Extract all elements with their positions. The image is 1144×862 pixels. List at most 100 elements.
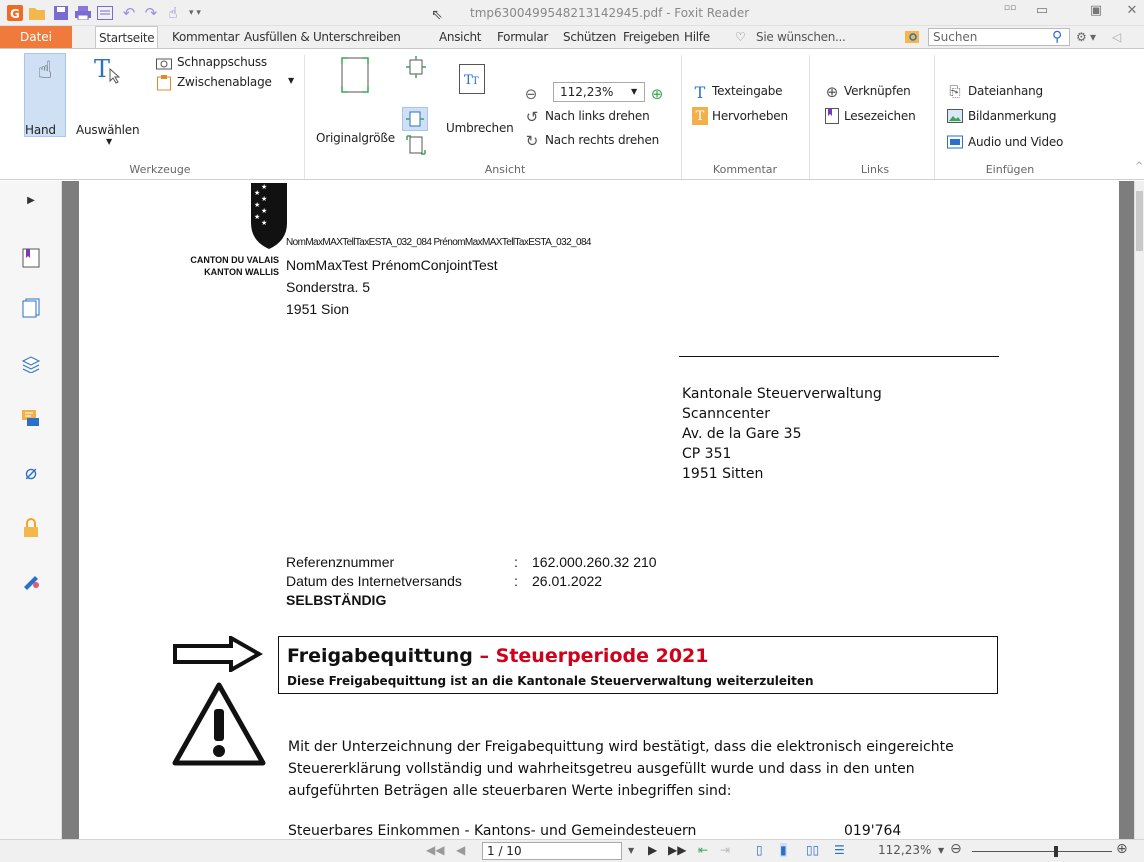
attachments-panel-icon[interactable]: ⌀ (20, 460, 42, 484)
address-divider (679, 356, 999, 357)
snapshot-button[interactable]: Schnappschuss (177, 55, 267, 69)
group-separator (304, 55, 305, 179)
zoom-level-display: 112,23% (878, 843, 932, 857)
svg-text:★: ★ (254, 201, 260, 209)
continuous-facing-view-icon[interactable]: ☰ (834, 843, 845, 857)
rotate-right-button[interactable]: Nach rechts drehen (545, 133, 659, 147)
navigation-panel: ▶ ⌀ (0, 181, 62, 862)
comments-panel-icon[interactable] (20, 407, 42, 429)
vertical-scrollbar[interactable] (1134, 181, 1144, 839)
bookmarks-panel-icon[interactable] (20, 247, 42, 269)
maximize-button[interactable]: ▣ (1084, 3, 1108, 21)
select-dropdown-icon[interactable]: ▼ (106, 137, 112, 146)
previous-view-icon[interactable]: ⇤ (698, 843, 708, 857)
link-button[interactable]: Verknüpfen (844, 84, 911, 98)
tab-ansicht[interactable]: Ansicht (439, 26, 482, 48)
signatures-panel-icon[interactable] (20, 569, 42, 591)
fit-visible-icon[interactable] (404, 133, 428, 157)
clipboard-button[interactable]: Zwischenablage (177, 75, 272, 89)
actual-size-button[interactable]: Originalgröße (316, 131, 395, 145)
canton-coat-of-arms-icon: ★ ★ ★ ★ ★ ★ ★ (247, 183, 289, 254)
search-icon[interactable]: ⚲ (1052, 26, 1062, 48)
clipboard-dropdown-icon[interactable]: ▼ (288, 76, 294, 85)
security-panel-icon[interactable] (20, 517, 42, 539)
next-view-icon[interactable]: ⇥ (720, 843, 730, 857)
select-label[interactable]: Auswählen (76, 123, 140, 137)
search-settings-icon[interactable] (904, 26, 922, 48)
tab-ausfuellen[interactable]: Ausfüllen & Unterschreiben (244, 26, 401, 48)
scrollbar-thumb[interactable] (1136, 191, 1143, 251)
window-title: tmp6300499548213142945.pdf - Foxit Reade… (470, 6, 750, 20)
bookmark-button[interactable]: Lesezeichen (844, 109, 916, 123)
reference-label: Referenznummer (286, 554, 395, 570)
group-label-comment: Kommentar (712, 163, 778, 176)
undo-icon[interactable]: ↶ (120, 4, 138, 22)
window-icon[interactable] (96, 4, 114, 22)
tab-kommentar[interactable]: Kommentar (172, 26, 240, 48)
page-dropdown-icon[interactable]: ▼ (628, 846, 634, 855)
status-zoom-in-icon[interactable]: ⊕ (1116, 841, 1128, 857)
svg-text:★: ★ (261, 219, 267, 227)
tab-schuetzen[interactable]: Schützen (563, 26, 616, 48)
zoom-dropdown-icon[interactable]: ▼ (631, 87, 637, 96)
customize-quick-access-icon[interactable]: ▾ ▾ (186, 4, 204, 22)
canton-name-de: KANTON WALLIS (204, 267, 279, 277)
group-separator (681, 55, 682, 179)
typewriter-icon: T (694, 82, 706, 102)
expand-panel-icon[interactable]: ▶ (20, 189, 42, 211)
zoom-level-dropdown-icon[interactable]: ▼ (938, 846, 944, 855)
foxit-logo-icon: G (6, 4, 24, 22)
tab-startseite[interactable]: Startseite (95, 26, 159, 49)
zoom-slider[interactable] (972, 851, 1112, 852)
tell-me-input[interactable]: Sie wünschen... (756, 26, 846, 48)
minimize-button[interactable]: ▭ (1030, 3, 1054, 21)
collapse-left-icon[interactable]: ◁ (1112, 26, 1121, 48)
ribbon-layout-icon[interactable]: ▫▫ (998, 3, 1022, 21)
svg-text:★: ★ (261, 195, 267, 203)
reflow-button[interactable]: Umbrechen (446, 121, 514, 135)
gear-icon[interactable]: ⚙ ▾ (1076, 26, 1096, 48)
first-page-icon[interactable]: ◀◀ (426, 843, 444, 857)
collapse-ribbon-icon[interactable]: ^ (1135, 161, 1143, 172)
single-page-view-icon[interactable]: ▯ (756, 843, 763, 857)
layers-panel-icon[interactable] (20, 353, 42, 375)
previous-page-icon[interactable]: ◀ (456, 843, 465, 857)
status-zoom-out-icon[interactable]: ⊖ (950, 841, 962, 857)
group-label-tools: Werkzeuge (129, 163, 191, 176)
fit-page-icon[interactable] (404, 55, 428, 79)
address-line-3: Av. de la Gare 35 (682, 426, 802, 442)
receipt-title: Freigabequittung (287, 645, 473, 667)
document-area[interactable]: ★ ★ ★ ★ ★ ★ ★ CANTON DU VALAIS KANTON WALLIS N… (62, 181, 1134, 839)
image-annotation-button[interactable]: Bildanmerkung (968, 109, 1056, 123)
file-attachment-button[interactable]: Dateianhang (968, 84, 1043, 98)
continuous-view-icon[interactable]: ▮ (780, 843, 787, 857)
rotate-left-button[interactable]: Nach links drehen (545, 109, 650, 123)
pages-panel-icon[interactable] (20, 297, 42, 319)
tab-freigeben[interactable]: Freigeben (623, 26, 680, 48)
highlight-button[interactable]: Hervorheben (712, 109, 788, 123)
next-page-icon[interactable]: ▶ (648, 843, 657, 857)
close-button[interactable]: ✕ (1120, 3, 1144, 21)
paperclip-icon: ⎘ (949, 84, 961, 100)
last-page-icon[interactable]: ▶▶ (668, 843, 686, 857)
open-folder-icon[interactable] (28, 4, 46, 22)
audio-video-button[interactable]: Audio und Video (968, 135, 1063, 149)
recipient-city: 1951 Sion (286, 301, 350, 317)
print-icon[interactable] (74, 4, 92, 22)
tab-datei[interactable]: Datei (0, 26, 72, 48)
redo-icon[interactable]: ↷ (142, 4, 160, 22)
zoom-in-icon[interactable]: ⊕ (648, 85, 666, 103)
fit-width-icon[interactable] (402, 107, 428, 131)
svg-text:★: ★ (261, 183, 267, 191)
page-number-input[interactable]: 1 / 10 (482, 842, 622, 860)
zoom-out-icon[interactable]: ⊖ (522, 85, 540, 103)
tab-formular[interactable]: Formular (497, 26, 548, 48)
search-input[interactable]: Suchen (928, 28, 1070, 46)
typewriter-button[interactable]: Texteingabe (712, 84, 783, 98)
zoom-slider-thumb[interactable] (1054, 846, 1058, 857)
hand-tool-icon[interactable]: ☝ (164, 4, 182, 22)
tab-hilfe[interactable]: Hilfe (684, 26, 710, 48)
save-icon[interactable] (52, 4, 70, 22)
svg-text:★: ★ (254, 189, 260, 197)
facing-view-icon[interactable]: ▯▯ (806, 843, 819, 857)
